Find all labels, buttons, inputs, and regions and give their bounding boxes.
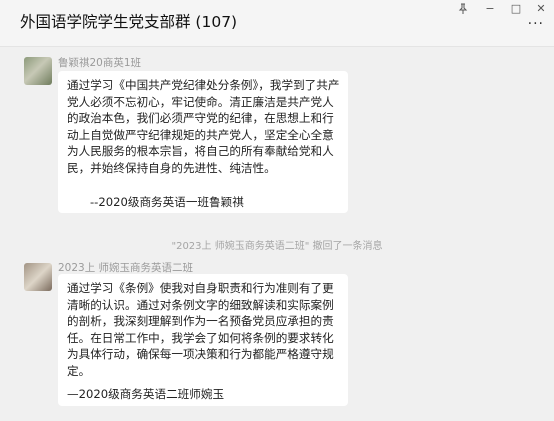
maximize-button[interactable]: □ (505, 2, 527, 16)
message-text: 通过学习《中国共产党纪律处分条例》，我学到了共产党人必须不忘初心，牢记使命。清正… (67, 78, 340, 175)
message-bubble[interactable]: 通过学习《中国共产党纪律处分条例》，我学到了共产党人必须不忘初心，牢记使命。清正… (58, 71, 348, 213)
chat-title: 外国语学院学生党支部群 (107) (20, 13, 238, 31)
avatar[interactable] (24, 263, 52, 291)
message-bubble[interactable]: 通过学习《条例》使我对自身职责和行为准则有了更清晰的认识。通过对条例文字的细致解… (58, 274, 348, 406)
sender-name: 2023上 师婉玉商务英语二班 (58, 262, 194, 274)
recall-notice: "2023上 师婉玉商务英语二班" 撤回了一条消息 (171, 241, 383, 252)
more-options-icon[interactable]: ··· (528, 16, 544, 32)
title-bar: 外国语学院学生党支部群 (107) − □ ✕ ··· (0, 0, 554, 47)
message-list[interactable]: 鲁颖祺20商英1班 通过学习《中国共产党纪律处分条例》，我学到了共产党人必须不忘… (0, 47, 554, 421)
message-signature: --2020级商务英语一班鲁颖祺 (90, 195, 244, 209)
close-button[interactable]: ✕ (530, 2, 552, 16)
avatar[interactable] (24, 57, 52, 85)
sender-name: 鲁颖祺20商英1班 (58, 57, 142, 69)
message-text: 通过学习《条例》使我对自身职责和行为准则有了更清晰的认识。通过对条例文字的细致解… (67, 281, 334, 378)
minimize-button[interactable]: − (479, 2, 501, 16)
pin-icon[interactable] (452, 2, 474, 16)
message-signature: —2020级商务英语二班师婉玉 (67, 387, 225, 401)
